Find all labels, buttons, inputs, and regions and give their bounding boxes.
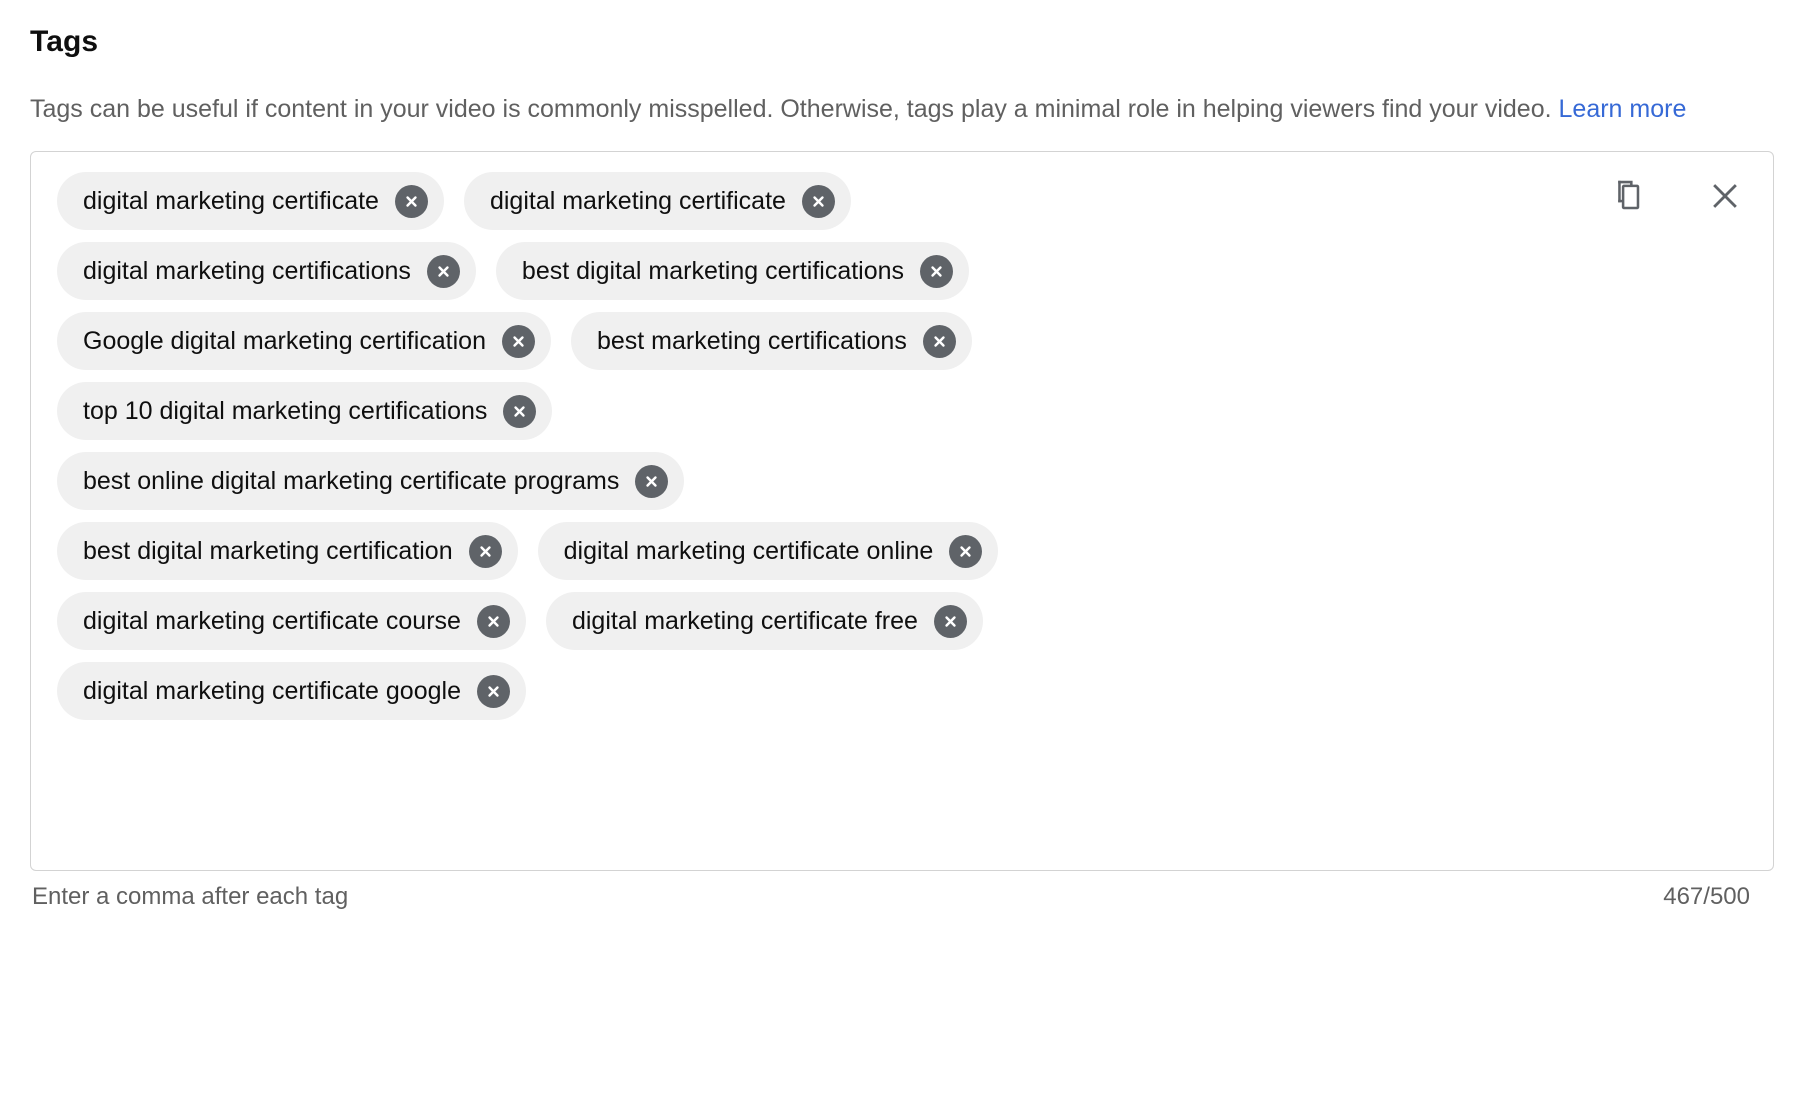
tag-chip-label: best digital marketing certification	[83, 537, 453, 565]
tag-chip-label: digital marketing certificate course	[83, 607, 461, 635]
remove-tag-icon[interactable]	[920, 255, 953, 288]
tags-input-box[interactable]: digital marketing certificate digital mar…	[30, 151, 1774, 871]
tag-chip-row: best digital marketing certification digi…	[57, 522, 1487, 580]
tag-chip[interactable]: Google digital marketing certification	[57, 312, 551, 370]
remove-tag-icon[interactable]	[503, 395, 536, 428]
copy-icon[interactable]	[1603, 174, 1647, 218]
tag-chip[interactable]: best marketing certifications	[571, 312, 972, 370]
section-description-text: Tags can be useful if content in your vi…	[30, 95, 1559, 123]
tag-chip[interactable]: digital marketing certificate course	[57, 592, 526, 650]
remove-tag-icon[interactable]	[395, 185, 428, 218]
page-title: Tags	[30, 22, 1774, 62]
tag-chip-row: Google digital marketing certification be…	[57, 312, 1487, 370]
close-icon[interactable]	[1703, 174, 1747, 218]
tag-chip[interactable]: best digital marketing certification	[57, 522, 518, 580]
helper-text: Enter a comma after each tag	[32, 881, 348, 913]
tag-chip[interactable]: digital marketing certificate free	[546, 592, 983, 650]
remove-tag-icon[interactable]	[502, 325, 535, 358]
remove-tag-icon[interactable]	[427, 255, 460, 288]
tag-chip-label: digital marketing certificate	[83, 187, 379, 215]
tag-chip-label: Google digital marketing certification	[83, 327, 486, 355]
tag-chip[interactable]: digital marketing certificate	[57, 172, 444, 230]
tag-chip-row: digital marketing certificate google	[57, 662, 1487, 720]
tag-chip-row: digital marketing certificate digital mar…	[57, 172, 1487, 230]
tag-chip-label: digital marketing certificate online	[564, 537, 934, 565]
tag-chip[interactable]: digital marketing certificate google	[57, 662, 526, 720]
tag-chip-label: best online digital marketing certificat…	[83, 467, 619, 495]
tag-chip-row: digital marketing certifications best dig…	[57, 242, 1487, 300]
tag-chip[interactable]: best digital marketing certifications	[496, 242, 969, 300]
tag-chip-label: digital marketing certifications	[83, 257, 411, 285]
remove-tag-icon[interactable]	[923, 325, 956, 358]
tag-chip-row: digital marketing certificate course digi…	[57, 592, 1487, 650]
tag-chip-label: top 10 digital marketing certifications	[83, 397, 487, 425]
tag-chip[interactable]: best online digital marketing certificat…	[57, 452, 684, 510]
tag-chip[interactable]: digital marketing certifications	[57, 242, 476, 300]
tag-chip-label: digital marketing certificate google	[83, 677, 461, 705]
tags-footer: Enter a comma after each tag 467/500	[30, 871, 1774, 913]
section-description: Tags can be useful if content in your vi…	[30, 84, 1710, 135]
tag-chip[interactable]: digital marketing certificate	[464, 172, 851, 230]
tag-chip-label: digital marketing certificate	[490, 187, 786, 215]
tags-section: Tags Tags can be useful if content in yo…	[0, 0, 1804, 1112]
tag-chip-label: digital marketing certificate free	[572, 607, 918, 635]
tag-chip-label: best digital marketing certifications	[522, 257, 904, 285]
remove-tag-icon[interactable]	[934, 605, 967, 638]
remove-tag-icon[interactable]	[635, 465, 668, 498]
tag-chip[interactable]: top 10 digital marketing certifications	[57, 382, 552, 440]
remove-tag-icon[interactable]	[477, 675, 510, 708]
tag-chip[interactable]: digital marketing certificate online	[538, 522, 999, 580]
tag-chip-list: digital marketing certificate digital mar…	[57, 172, 1487, 720]
remove-tag-icon[interactable]	[477, 605, 510, 638]
character-counter: 467/500	[1663, 881, 1770, 913]
tags-box-actions	[1603, 174, 1747, 218]
tag-chip-row: best online digital marketing certificat…	[57, 452, 1487, 510]
remove-tag-icon[interactable]	[469, 535, 502, 568]
tag-chip-label: best marketing certifications	[597, 327, 907, 355]
remove-tag-icon[interactable]	[949, 535, 982, 568]
tag-chip-row: top 10 digital marketing certifications	[57, 382, 1487, 440]
learn-more-link[interactable]: Learn more	[1559, 95, 1687, 123]
remove-tag-icon[interactable]	[802, 185, 835, 218]
